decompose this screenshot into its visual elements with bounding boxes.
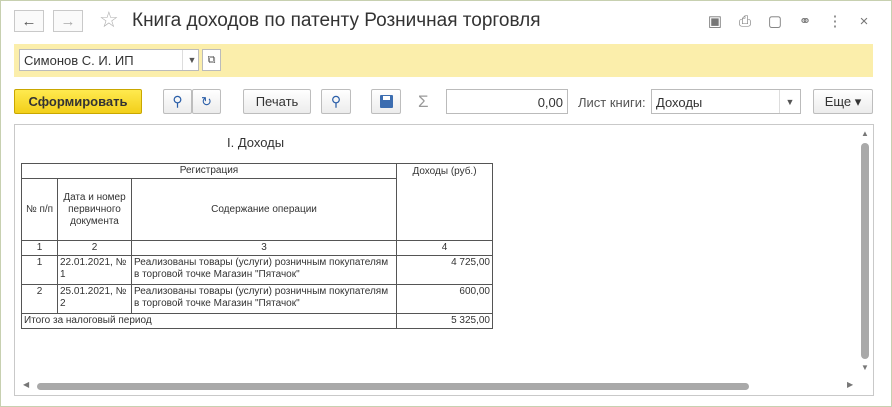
header-content: Содержание операции — [131, 178, 397, 241]
scroll-up-icon[interactable]: ▲ — [861, 129, 869, 138]
organization-value: Симонов С. И. ИП — [24, 53, 134, 68]
total-value: 5 325,00 — [396, 313, 493, 329]
save-icon[interactable]: ▣ — [705, 11, 725, 31]
generate-button[interactable]: Сформировать — [14, 89, 142, 114]
forward-button[interactable]: → — [53, 10, 83, 32]
header-registration: Регистрация — [21, 163, 397, 179]
total-row: Итого за налоговый период 5 325,00 — [21, 313, 493, 329]
row-content: Реализованы товары (услуги) розничным по… — [131, 284, 397, 314]
scroll-left-icon[interactable]: ◀ — [23, 380, 29, 389]
search-icon: ⚲ — [172, 93, 183, 109]
link-icon[interactable]: ⚭ — [795, 11, 815, 31]
find-button[interactable]: ⚲ — [163, 89, 192, 114]
row-content: Реализованы товары (услуги) розничным по… — [131, 255, 397, 285]
row-date-doc: 25.01.2021, № 2 — [57, 284, 132, 314]
header-income: Доходы (руб.) — [396, 163, 493, 241]
row-income: 4 725,00 — [396, 255, 493, 285]
back-button[interactable]: ← — [14, 10, 44, 32]
col-number-1: 1 — [21, 240, 58, 256]
report-area[interactable]: I. Доходы Регистрация Доходы (руб.) № п/… — [14, 124, 874, 396]
sheet-select[interactable]: Доходы ▼ — [651, 89, 801, 114]
section-title: I. Доходы — [227, 135, 285, 150]
row-income: 600,00 — [396, 284, 493, 314]
scroll-right-icon[interactable]: ▶ — [847, 380, 853, 389]
sum-value: 0,00 — [537, 95, 563, 110]
print-button[interactable]: Печать — [243, 89, 311, 114]
star-icon[interactable]: ☆ — [99, 7, 119, 33]
chevron-down-icon[interactable]: ▼ — [182, 50, 201, 70]
col-number-2: 2 — [57, 240, 132, 256]
find-next-button[interactable]: ↻ — [192, 89, 221, 114]
refresh-search-icon: ↻ — [201, 93, 212, 109]
header-num: № п/п — [21, 178, 58, 241]
command-bar: Сформировать ⚲ ↻ Печать ⚲ Σ 0,00 Лист кн… — [1, 87, 891, 117]
open-organization-button[interactable]: ⧉ — [202, 49, 221, 71]
save-report-button[interactable] — [371, 89, 401, 114]
organization-bar: Симонов С. И. ИП ▼ ⧉ — [14, 44, 873, 77]
open-icon: ⧉ — [207, 53, 216, 66]
sheet-label: Лист книги: — [578, 95, 646, 110]
sigma-icon: Σ — [418, 92, 429, 111]
col-number-4: 4 — [396, 240, 493, 256]
preview-button[interactable]: ⚲ — [321, 89, 351, 114]
chevron-down-icon[interactable]: ▼ — [779, 90, 800, 113]
floppy-disk-icon — [379, 95, 393, 108]
magnify-document-icon: ⚲ — [330, 93, 342, 109]
more-vertical-icon[interactable]: ⋮ — [825, 11, 845, 31]
sum-field: 0,00 — [446, 89, 568, 114]
table-row: 1 22.01.2021, № 1 Реализованы товары (ус… — [21, 255, 493, 285]
vertical-scrollbar[interactable] — [861, 143, 869, 359]
income-book-table: Регистрация Доходы (руб.) № п/п Дата и н… — [21, 163, 493, 329]
organization-input[interactable]: Симонов С. И. ИП ▼ — [19, 49, 199, 71]
horizontal-scrollbar[interactable] — [37, 383, 749, 390]
header-date-doc: Дата и номер первичного документа — [57, 178, 132, 241]
row-date-doc: 22.01.2021, № 1 — [57, 255, 132, 285]
preview-icon[interactable]: ▢ — [765, 11, 785, 31]
col-number-3: 3 — [131, 240, 397, 256]
scroll-down-icon[interactable]: ▼ — [861, 363, 869, 372]
more-button[interactable]: Еще ▾ — [813, 89, 873, 114]
print-icon[interactable]: ⎙ — [735, 11, 755, 31]
sheet-value: Доходы — [656, 95, 703, 110]
row-num: 2 — [21, 284, 58, 314]
table-row: 2 25.01.2021, № 2 Реализованы товары (ус… — [21, 284, 493, 314]
arrow-left-icon: ← — [21, 12, 37, 30]
title-bar: ← → ☆ Книга доходов по патенту Розничная… — [1, 1, 891, 41]
close-icon[interactable]: × — [854, 11, 874, 31]
arrow-right-icon: → — [60, 12, 76, 30]
total-label: Итого за налоговый период — [21, 313, 397, 329]
report-window: ← → ☆ Книга доходов по патенту Розничная… — [0, 0, 892, 407]
page-title: Книга доходов по патенту Розничная торго… — [132, 10, 541, 31]
row-num: 1 — [21, 255, 58, 285]
